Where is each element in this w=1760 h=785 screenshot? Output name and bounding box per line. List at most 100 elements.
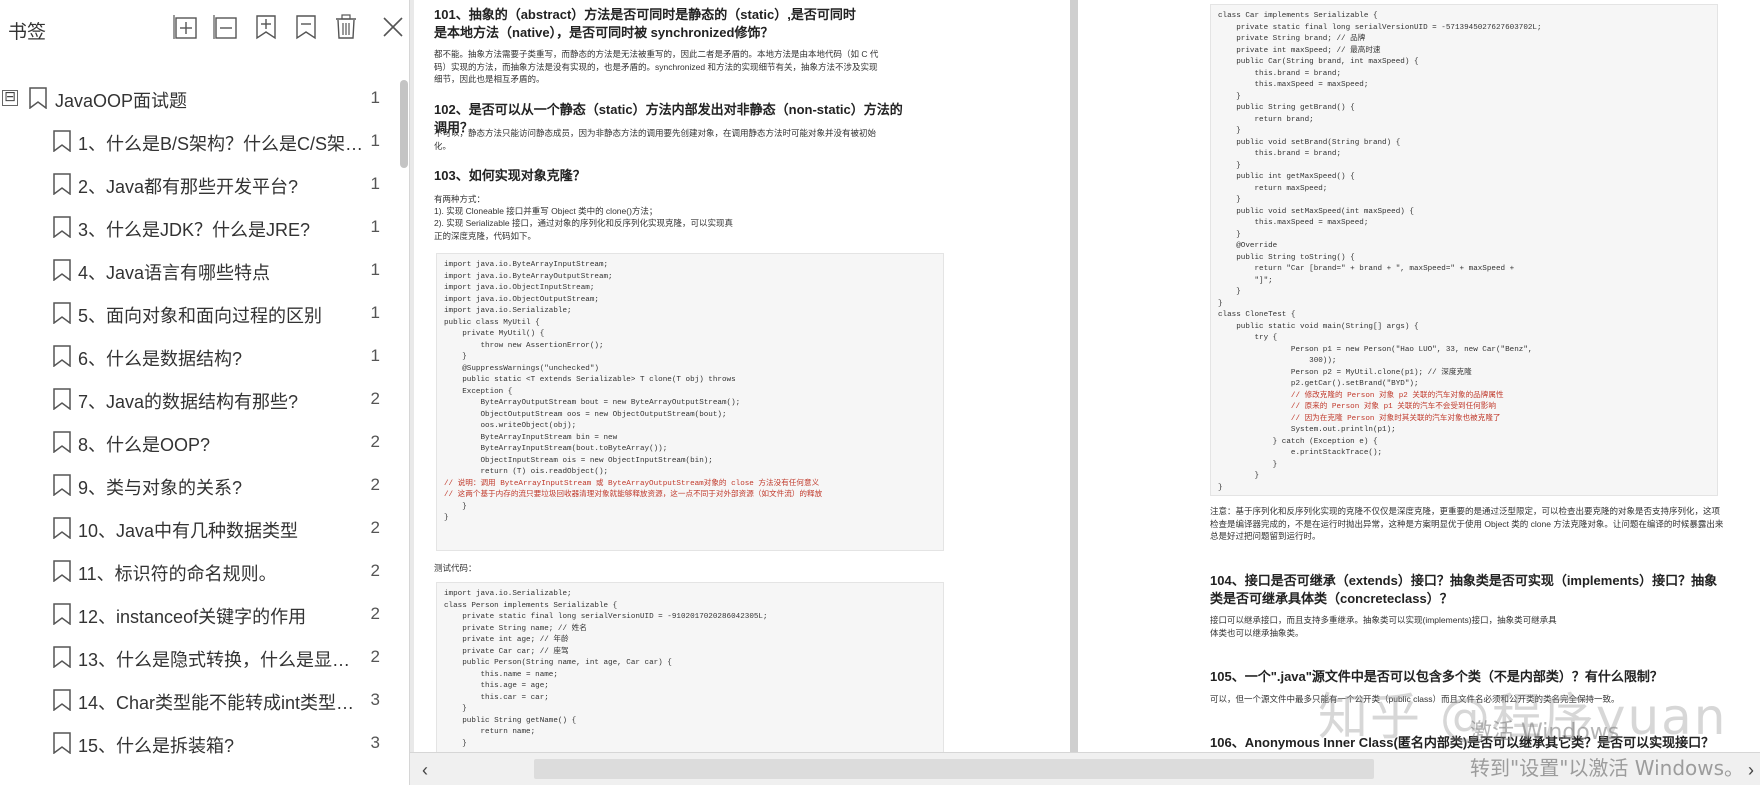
code-line: public Person(String name, int age, Car …: [444, 659, 672, 667]
code-line: }: [1218, 230, 1241, 239]
q102-body: 不可以，静态方法只能访问静态成员，因为非静态方法的调用要先创建对象，在调用静态方…: [434, 128, 877, 151]
collapse-all-icon[interactable]: [211, 12, 241, 42]
q103-way1: 1). 实现 Cloneable 接口并重写 Object 类中的 clone(…: [434, 206, 658, 216]
code-block-person: import java.io.Serializable; class Person…: [436, 582, 944, 752]
code-line: // 因为在克隆 Person 对象时其关联的汽车对象也被克隆了: [1218, 414, 1501, 423]
code-line: @Override: [1218, 242, 1278, 250]
code-line: public String getBrand() {: [1218, 104, 1355, 112]
code-line: public static void main(String[] args) {: [1218, 322, 1419, 331]
q103-way2: 2). 实现 Serializable 接口，通过对象的序列化和反序列化实现克隆…: [434, 218, 733, 241]
code-line: // 原来的 Person 对象 p1 关联的汽车不会受到任何影响: [1218, 403, 1496, 411]
bookmark-icon: [52, 646, 72, 669]
q103-intro: 有两种方式：: [434, 194, 486, 204]
bookmark-item[interactable]: 15、什么是拆装箱? 3: [0, 721, 398, 764]
delete-icon[interactable]: [331, 12, 361, 42]
bookmark-icon: [52, 689, 72, 712]
code-block-myutil: import java.io.ByteArrayInputStream; impo…: [436, 253, 944, 551]
bookmark-item[interactable]: 6、什么是数据结构? 1: [0, 334, 398, 377]
q103-heading: 103、如何实现对象克隆？: [434, 168, 586, 183]
bookmark-item[interactable]: 11、标识符的命名规则。 2: [0, 549, 398, 592]
bookmark-label: 14、Char类型能不能转成int类型…: [78, 693, 355, 713]
bookmark-label: 3、什么是JDK？什么是JRE?: [78, 220, 311, 240]
collapse-toggle[interactable]: ⊟: [2, 90, 18, 106]
code-line: }: [1218, 127, 1241, 135]
bookmark-icon: [52, 130, 72, 153]
bookmark-page-number: 1: [370, 88, 380, 107]
bookmark-item[interactable]: 9、类与对象的关系? 2: [0, 463, 398, 506]
code-line: oos.writeObject(obj);: [444, 422, 577, 430]
code-line: }: [1218, 288, 1241, 296]
bookmark-label: 8、什么是OOP?: [78, 435, 211, 455]
scroll-thumb[interactable]: [534, 759, 1374, 779]
code-line: p2.getCar().setBrand("BYD");: [1218, 380, 1419, 388]
bookmark-page-number: 2: [370, 518, 380, 537]
code-line: e.printStackTrace();: [1218, 449, 1383, 457]
code-line: import java.io.ByteArrayOutputStream;: [444, 272, 613, 281]
bookmark-page-number: 1: [370, 260, 380, 279]
bookmark-item[interactable]: 13、什么是隐式转换，什么是显… 2: [0, 635, 398, 678]
code-line: return "Car [brand=" + brand + ", maxSpe…: [1218, 265, 1515, 273]
q101-heading: 101、抽象的（abstract）方法是否可同时是静态的（static）,是否可…: [434, 7, 856, 40]
bookmark-page-number: 3: [370, 733, 380, 752]
document-viewport: 101、抽象的（abstract）方法是否可同时是静态的（static）,是否可…: [410, 0, 1760, 752]
code-line: this.maxSpeed = maxSpeed;: [1218, 219, 1369, 227]
bookmark-label: 6、什么是数据结构?: [78, 349, 243, 369]
code-line: 300));: [1218, 357, 1337, 365]
bookmark-item[interactable]: 4、Java语言有哪些特点 1: [0, 248, 398, 291]
bookmark-icon: [52, 732, 72, 755]
code-line: return name;: [444, 728, 536, 736]
bookmark-page-number: 3: [370, 690, 380, 709]
bookmark-item[interactable]: 12、instanceof关键字的作用 2: [0, 592, 398, 635]
code-line: // 说明：调用 ByteArrayInputStream 或 ByteArra…: [444, 479, 820, 488]
pdf-page-left: 101、抽象的（abstract）方法是否可同时是静态的（static）,是否可…: [414, 0, 1070, 752]
page-divider: [1070, 0, 1078, 752]
bookmark-page-number: 2: [370, 475, 380, 494]
activate-windows-hint: 转到"设置"以激活 Windows。: [1470, 756, 1745, 780]
remove-bookmark-icon[interactable]: [291, 12, 321, 42]
expand-all-icon[interactable]: [171, 12, 201, 42]
bookmark-item[interactable]: 2、Java都有那些开发平台? 1: [0, 162, 398, 205]
code-line: public static <T extends Serializable> T…: [444, 376, 736, 384]
scroll-right-arrow-icon[interactable]: ›: [1742, 760, 1760, 780]
code-line: this.name = name;: [444, 670, 558, 679]
code-line: public class MyUtil {: [444, 318, 540, 327]
code-line: private static final long serialVersionU…: [1218, 23, 1542, 32]
bookmark-label: 5、面向对象和面向过程的区别: [78, 306, 323, 326]
code-line: }: [1218, 299, 1223, 308]
add-bookmark-icon[interactable]: [251, 12, 281, 42]
bookmark-panel-scrollbar[interactable]: [400, 80, 408, 168]
code-line: private int age; // 年龄: [444, 636, 569, 644]
bookmark-item[interactable]: 1、什么是B/S架构？什么是C/S架… 1: [0, 119, 398, 162]
bookmark-page-number: 1: [370, 217, 380, 236]
code-line: ObjectOutputStream oos = new ObjectOutpu…: [444, 410, 727, 419]
bookmark-item[interactable]: 3、什么是JDK？什么是JRE? 1: [0, 205, 398, 248]
bookmark-label: 4、Java语言有哪些特点: [78, 263, 271, 283]
code-line: }: [1218, 92, 1241, 101]
bookmark-tree: ⊟ JavaOOP面试题 1 1、什么是B/S架构？什么是C/S架… 1 2、Jav…: [0, 76, 398, 764]
code-block-car-clonetest: class Car implements Serializable { priv…: [1210, 4, 1718, 496]
bookmark-item[interactable]: 7、Java的数据结构有那些? 2: [0, 377, 398, 420]
code-line: private MyUtil() {: [444, 330, 545, 338]
activate-windows-title: 激活 Windows: [1470, 720, 1620, 745]
scroll-left-arrow-icon[interactable]: ‹: [416, 760, 434, 780]
bookmark-item[interactable]: 8、什么是OOP? 2: [0, 420, 398, 463]
code-line: try {: [1218, 334, 1278, 342]
bookmark-root[interactable]: ⊟ JavaOOP面试题 1: [0, 76, 398, 119]
bookmark-icon: [52, 560, 72, 583]
close-icon[interactable]: [378, 12, 408, 42]
code-line: }: [444, 705, 467, 713]
bookmark-item[interactable]: 5、面向对象和面向过程的区别 1: [0, 291, 398, 334]
code-line: return (T) ois.readObject();: [444, 468, 609, 476]
code-line: import java.io.Serializable;: [444, 590, 572, 598]
bookmark-page-number: 1: [370, 174, 380, 193]
code-line: import java.io.ByteArrayInputStream;: [444, 261, 609, 269]
code-line: class Person implements Serializable {: [444, 601, 618, 610]
bookmark-item[interactable]: 10、Java中有几种数据类型 2: [0, 506, 398, 549]
code-line: }: [1218, 483, 1223, 492]
code-line: return brand;: [1218, 115, 1314, 124]
code-line: import java.io.ObjectInputStream;: [444, 284, 595, 292]
code-line: }: [444, 502, 467, 511]
bookmark-icon: [52, 259, 72, 282]
code-line: public Car(String brand, int maxSpeed) {: [1218, 58, 1419, 66]
bookmark-item[interactable]: 14、Char类型能不能转成int类型… 3: [0, 678, 398, 721]
